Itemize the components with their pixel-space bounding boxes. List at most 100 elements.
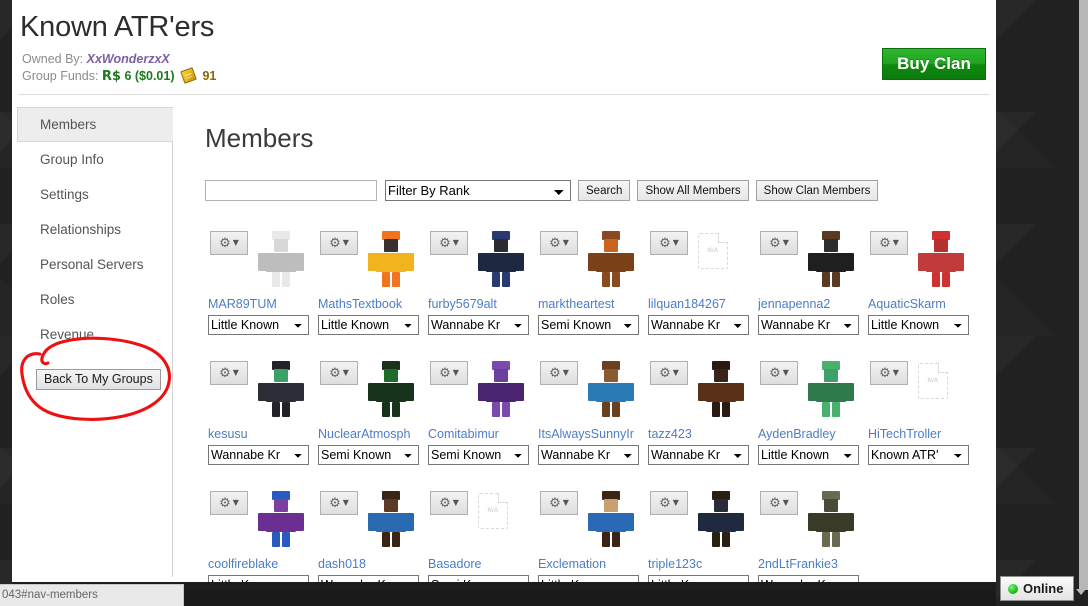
avatar[interactable]	[802, 227, 860, 289]
member-rank-select[interactable]: Little KnownWannabe KrSemi KnownKnown AT…	[758, 575, 859, 582]
member-settings-menu-button[interactable]: ⚙ ▼	[320, 231, 358, 255]
search-input[interactable]	[205, 180, 377, 201]
avatar[interactable]	[802, 487, 860, 549]
member-name-link[interactable]: tazz423	[648, 427, 752, 443]
member-name-link[interactable]: Basadore	[428, 557, 532, 573]
sidebar-item-personal-servers[interactable]: Personal Servers	[18, 247, 172, 282]
avatar[interactable]	[252, 227, 310, 289]
back-to-my-groups-button[interactable]: Back To My Groups	[36, 369, 161, 390]
member-name-link[interactable]: Exclemation	[538, 557, 642, 573]
member-settings-menu-button[interactable]: ⚙ ▼	[540, 361, 578, 385]
member-settings-menu-button[interactable]: ⚙ ▼	[540, 491, 578, 515]
member-name-link[interactable]: kesusu	[208, 427, 312, 443]
member-settings-menu-button[interactable]: ⚙ ▼	[760, 491, 798, 515]
member-name-link[interactable]: AquaticSkarm	[868, 297, 972, 313]
online-status-widget[interactable]: Online	[1000, 576, 1074, 601]
member-rank-select[interactable]: Little KnownWannabe KrSemi KnownKnown AT…	[428, 445, 529, 465]
member-card: ⚙▼ coolfireblake Little KnownWannabe KrSem…	[204, 485, 314, 582]
show-all-members-button[interactable]: Show All Members	[637, 180, 749, 201]
member-settings-menu-button[interactable]: ⚙ ▼	[540, 231, 578, 255]
member-name-link[interactable]: MAR89TUM	[208, 297, 312, 313]
member-settings-menu-button[interactable]: ⚙ ▼	[320, 491, 358, 515]
member-name-link[interactable]: marktheartest	[538, 297, 642, 313]
member-rank-select[interactable]: Little KnownWannabe KrSemi KnownKnown AT…	[318, 445, 419, 465]
member-name-link[interactable]: triple123c	[648, 557, 752, 573]
owner-name-link[interactable]: XxWonderzxX	[87, 52, 170, 66]
member-rank-select[interactable]: Little KnownWannabe KrSemi KnownKnown AT…	[758, 445, 859, 465]
member-name-link[interactable]: lilquan184267	[648, 297, 752, 313]
member-rank-select[interactable]: Little KnownWannabe KrSemi KnownKnown AT…	[428, 575, 529, 582]
avatar[interactable]	[692, 487, 750, 549]
member-name-link[interactable]: NuclearAtmosph	[318, 427, 422, 443]
member-settings-menu-button[interactable]: ⚙ ▼	[650, 231, 688, 255]
member-settings-menu-button[interactable]: ⚙ ▼	[870, 361, 908, 385]
member-name-link[interactable]: ItsAlwaysSunnyIr	[538, 427, 642, 443]
sidebar-item-group-info[interactable]: Group Info	[18, 142, 172, 177]
member-settings-menu-button[interactable]: ⚙ ▼	[430, 361, 468, 385]
member-name-link[interactable]: AydenBradley	[758, 427, 862, 443]
member-settings-menu-button[interactable]: ⚙ ▼	[210, 361, 248, 385]
avatar[interactable]	[362, 357, 420, 419]
member-name-link[interactable]: furby5679alt	[428, 297, 532, 313]
member-settings-menu-button[interactable]: ⚙ ▼	[430, 231, 468, 255]
gear-icon: ⚙	[769, 495, 781, 511]
member-card: ⚙▼ N/A Basadore Little KnownWannabe KrSemi …	[424, 485, 534, 582]
member-rank-select[interactable]: Little KnownWannabe KrSemi KnownKnown AT…	[318, 315, 419, 335]
member-rank-select[interactable]: Little KnownWannabe KrSemi KnownKnown AT…	[648, 445, 749, 465]
avatar[interactable]	[472, 357, 530, 419]
member-rank-select[interactable]: Little KnownWannabe KrSemi KnownKnown AT…	[318, 575, 419, 582]
member-rank-select[interactable]: Little KnownWannabe KrSemi KnownKnown AT…	[758, 315, 859, 335]
member-settings-menu-button[interactable]: ⚙ ▼	[210, 231, 248, 255]
avatar[interactable]	[362, 227, 420, 289]
avatar[interactable]	[912, 227, 970, 289]
rank-filter-select[interactable]: Filter By RankLittle KnownWannabe KrSemi…	[385, 180, 571, 201]
sidebar-item-relationships[interactable]: Relationships	[18, 212, 172, 247]
member-settings-menu-button[interactable]: ⚙ ▼	[430, 491, 468, 515]
sidebar-item-settings[interactable]: Settings	[18, 177, 172, 212]
avatar[interactable]	[692, 357, 750, 419]
avatar[interactable]	[362, 487, 420, 549]
avatar[interactable]	[472, 227, 530, 289]
avatar[interactable]	[802, 357, 860, 419]
member-rank-select[interactable]: Little KnownWannabe KrSemi KnownKnown AT…	[648, 575, 749, 582]
member-settings-menu-button[interactable]: ⚙ ▼	[210, 491, 248, 515]
sidebar-item-revenue[interactable]: Revenue	[18, 317, 172, 352]
buy-clan-button[interactable]: Buy Clan	[882, 48, 986, 80]
member-name-link[interactable]: 2ndLtFrankie3	[758, 557, 862, 573]
sidebar-item-roles[interactable]: Roles	[18, 282, 172, 317]
member-name-link[interactable]: Comitabimur	[428, 427, 532, 443]
chevron-down-icon: ▼	[562, 498, 569, 507]
member-rank-select[interactable]: Little KnownWannabe KrSemi KnownKnown AT…	[538, 315, 639, 335]
avatar[interactable]	[582, 487, 640, 549]
sidebar-item-members[interactable]: Members	[17, 107, 173, 142]
member-rank-select[interactable]: Little KnownWannabe KrSemi KnownKnown AT…	[648, 315, 749, 335]
avatar[interactable]	[252, 487, 310, 549]
member-grid: ⚙▼MAR89TUMLittle KnownWannabe KrSemi Kno…	[204, 225, 996, 582]
member-rank-select[interactable]: Little KnownWannabe KrSemi KnownKnown AT…	[868, 315, 969, 335]
member-rank-select[interactable]: Little KnownWannabe KrSemi KnownKnown AT…	[208, 575, 309, 582]
member-rank-select[interactable]: Little KnownWannabe KrSemi KnownKnown AT…	[538, 575, 639, 582]
member-settings-menu-button[interactable]: ⚙ ▼	[650, 361, 688, 385]
search-button[interactable]: Search	[578, 180, 631, 201]
member-settings-menu-button[interactable]: ⚙ ▼	[760, 361, 798, 385]
member-rank-select[interactable]: Little KnownWannabe KrSemi KnownKnown AT…	[208, 445, 309, 465]
avatar[interactable]	[582, 227, 640, 289]
member-name-link[interactable]: jennapenna2	[758, 297, 862, 313]
member-settings-menu-button[interactable]: ⚙ ▼	[320, 361, 358, 385]
member-rank-select[interactable]: Little KnownWannabe KrSemi KnownKnown AT…	[208, 315, 309, 335]
member-rank-select[interactable]: Little KnownWannabe KrSemi KnownKnown AT…	[868, 445, 969, 465]
member-name-link[interactable]: dash018	[318, 557, 422, 573]
chevron-down-icon[interactable]	[1076, 589, 1086, 595]
member-name-link[interactable]: HiTechTroller	[868, 427, 972, 443]
member-name-link[interactable]: coolfireblake	[208, 557, 312, 573]
member-rank-select[interactable]: Little KnownWannabe KrSemi KnownKnown AT…	[428, 315, 529, 335]
member-settings-menu-button[interactable]: ⚙ ▼	[650, 491, 688, 515]
avatar[interactable]	[582, 357, 640, 419]
show-clan-members-button[interactable]: Show Clan Members	[755, 180, 879, 201]
member-settings-menu-button[interactable]: ⚙ ▼	[760, 231, 798, 255]
chevron-down-icon: ▼	[892, 238, 899, 247]
member-rank-select[interactable]: Little KnownWannabe KrSemi KnownKnown AT…	[538, 445, 639, 465]
avatar[interactable]	[252, 357, 310, 419]
member-name-link[interactable]: MathsTextbook	[318, 297, 422, 313]
member-settings-menu-button[interactable]: ⚙ ▼	[870, 231, 908, 255]
